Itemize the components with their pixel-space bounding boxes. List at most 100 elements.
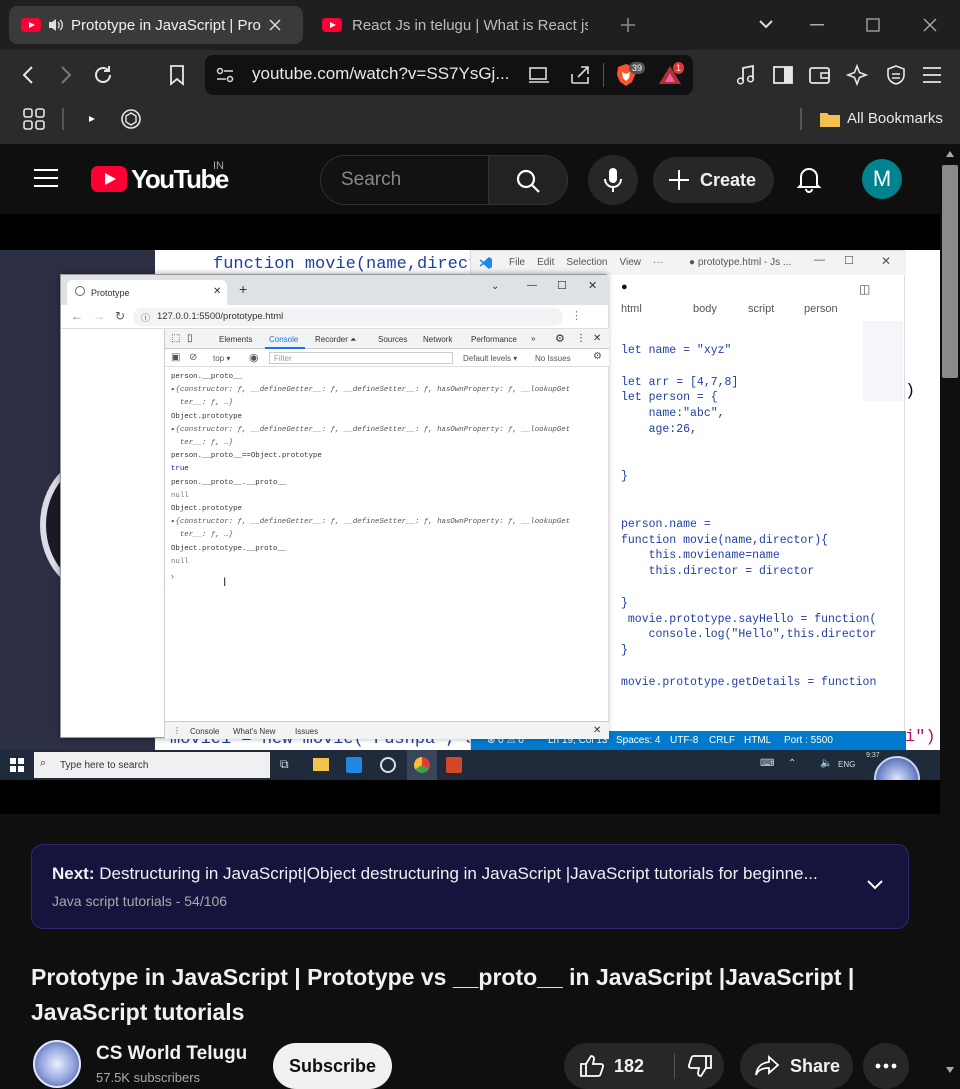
drawer-tab-whats-new[interactable]: What's New [233, 727, 275, 736]
split-editor-icon[interactable]: ◫ [859, 282, 870, 296]
powerpoint-taskbar-icon[interactable] [446, 757, 462, 773]
chrome-taskbar-button[interactable] [407, 750, 437, 780]
close-window-icon[interactable] [923, 18, 937, 32]
apps-grid-icon[interactable] [23, 108, 45, 130]
chrome-back-icon[interactable]: ← [71, 309, 83, 323]
status-eol[interactable]: CRLF [709, 735, 735, 746]
settings-taskbar-icon[interactable] [380, 757, 396, 773]
status-encoding[interactable]: UTF-8 [670, 735, 698, 746]
info-icon[interactable]: ⓘ [141, 311, 150, 324]
drawer-close-icon[interactable]: ✕ [593, 725, 601, 736]
drawer-menu-icon[interactable]: ⋮ [173, 726, 181, 735]
dislike-button[interactable] [675, 1043, 724, 1089]
voice-search-button[interactable] [588, 155, 638, 205]
console-output[interactable]: person.__proto__ ▸{constructor: ƒ, __defi… [171, 371, 607, 569]
vscode-taskbar-icon[interactable] [346, 757, 362, 773]
devtools-settings-icon[interactable]: ⚙ [555, 332, 565, 345]
devtools-tab-sources[interactable]: Sources [378, 335, 407, 344]
account-avatar[interactable]: M [862, 159, 902, 199]
up-next-card[interactable]: Next: Destructuring in JavaScript|Object… [31, 844, 909, 929]
status-language[interactable]: HTML [744, 735, 771, 746]
close-tab-icon[interactable] [269, 19, 281, 31]
status-port[interactable]: Port : 5500 [784, 735, 833, 746]
devtools-tab-elements[interactable]: Elements [219, 335, 252, 344]
chrome-url[interactable]: 127.0.0.1:5500/prototype.html [157, 311, 283, 322]
vscode-maximize-icon[interactable]: ☐ [844, 254, 854, 267]
sidebar-toggle-icon[interactable]: ▣ [171, 352, 180, 363]
site-settings-icon[interactable] [215, 66, 235, 84]
share-page-icon[interactable] [569, 64, 591, 86]
up-next-title[interactable]: Destructuring in JavaScript|Object destr… [99, 864, 817, 883]
console-settings-icon[interactable]: ⚙ [593, 351, 602, 362]
vscode-editor-code[interactable]: let name = "xyz" let arr = [4,7,8] let pe… [621, 343, 876, 691]
cast-icon[interactable] [528, 65, 550, 85]
all-bookmarks-label[interactable]: All Bookmarks [847, 110, 943, 127]
menu-icon[interactable] [922, 66, 942, 84]
devtools-tab-console[interactable]: Console [269, 335, 298, 344]
youtube-logo-icon[interactable] [91, 166, 127, 192]
vpn-shield-icon[interactable] [885, 64, 907, 86]
status-spaces[interactable]: Spaces: 4 [616, 735, 660, 746]
keyboard-icon[interactable]: ⌨ [760, 758, 774, 769]
breadcrumb-person[interactable]: person [804, 303, 838, 315]
tab-inactive[interactable]: React Js in telugu | What is React js [310, 6, 600, 44]
vscode-minimize-icon[interactable]: — [814, 254, 825, 266]
taskbar-search-box[interactable]: ⌕ Type here to search [34, 752, 270, 778]
devtools-menu-icon[interactable]: ⋮ [576, 333, 586, 344]
channel-avatar[interactable] [33, 1040, 81, 1088]
live-expression-icon[interactable]: ◉ [249, 351, 259, 364]
console-filter-input[interactable]: Filter [269, 352, 453, 364]
tab-active[interactable]: Prototype in JavaScript | Prot [9, 6, 303, 44]
create-button[interactable]: Create [653, 157, 774, 203]
leo-ai-icon[interactable] [846, 64, 868, 86]
new-tab-icon[interactable] [620, 17, 636, 33]
share-button[interactable]: Share [740, 1043, 853, 1089]
inspect-icon[interactable]: ⬚ [171, 333, 180, 344]
chrome-minimize-icon[interactable]: — [527, 280, 537, 291]
vscode-menu-view[interactable]: View [620, 257, 642, 268]
chrome-menu-icon[interactable]: ⋮ [571, 309, 582, 322]
vscode-menu-edit[interactable]: Edit [537, 257, 554, 268]
devtools-close-icon[interactable]: ✕ [593, 333, 601, 344]
breadcrumb-body[interactable]: body [693, 303, 717, 315]
chrome-reload-icon[interactable]: ↻ [115, 309, 125, 323]
scroll-down-arrow-icon[interactable] [945, 1066, 955, 1074]
bookmark-icon[interactable] [168, 64, 186, 86]
chrome-maximize-icon[interactable]: ☐ [557, 279, 567, 292]
clear-console-icon[interactable]: ⊘ [189, 352, 197, 363]
chrome-new-tab-icon[interactable]: + [239, 281, 247, 297]
tray-chevron-icon[interactable]: ⌃ [788, 758, 796, 769]
breadcrumb-html[interactable]: html [621, 303, 642, 315]
search-button[interactable] [488, 155, 568, 205]
chrome-omnibox[interactable]: ⓘ 127.0.0.1:5500/prototype.html [133, 308, 563, 326]
taskbar-lang[interactable]: ENG [838, 760, 855, 769]
chatgpt-bookmark-icon[interactable] [120, 108, 142, 130]
reload-icon[interactable] [92, 64, 114, 86]
like-button[interactable]: 182 [564, 1043, 674, 1089]
devtools-tab-performance[interactable]: Performance [471, 335, 517, 344]
speaker-icon[interactable] [47, 17, 65, 33]
more-actions-button[interactable] [863, 1043, 909, 1089]
sidebar-icon[interactable] [772, 65, 794, 85]
channel-name[interactable]: CS World Telugu [96, 1043, 247, 1065]
file-explorer-icon[interactable] [313, 758, 329, 771]
forward-icon[interactable] [58, 65, 74, 85]
task-view-icon[interactable]: ⧉ [280, 757, 289, 772]
back-icon[interactable] [20, 65, 36, 85]
windows-start-icon[interactable] [10, 758, 24, 772]
vscode-menu-more[interactable]: ··· [653, 257, 663, 268]
devtools-tab-network[interactable]: Network [423, 335, 452, 344]
context-select[interactable]: top ▾ [213, 354, 230, 363]
media-controls-icon[interactable] [735, 64, 757, 86]
vscode-menu-file[interactable]: File [509, 257, 525, 268]
device-toolbar-icon[interactable]: ▯ [187, 333, 193, 344]
wallet-icon[interactable] [808, 65, 832, 85]
minimap[interactable] [863, 321, 903, 401]
chrome-forward-icon[interactable]: → [93, 309, 105, 323]
levels-select[interactable]: Default levels ▾ [463, 354, 517, 363]
issues-button[interactable]: No Issues [535, 354, 571, 363]
minimize-icon[interactable] [810, 24, 824, 26]
breadcrumb-script[interactable]: script [748, 303, 774, 315]
taskbar-time[interactable]: 9:37 [866, 752, 880, 759]
console-prompt[interactable]: › [171, 571, 174, 581]
